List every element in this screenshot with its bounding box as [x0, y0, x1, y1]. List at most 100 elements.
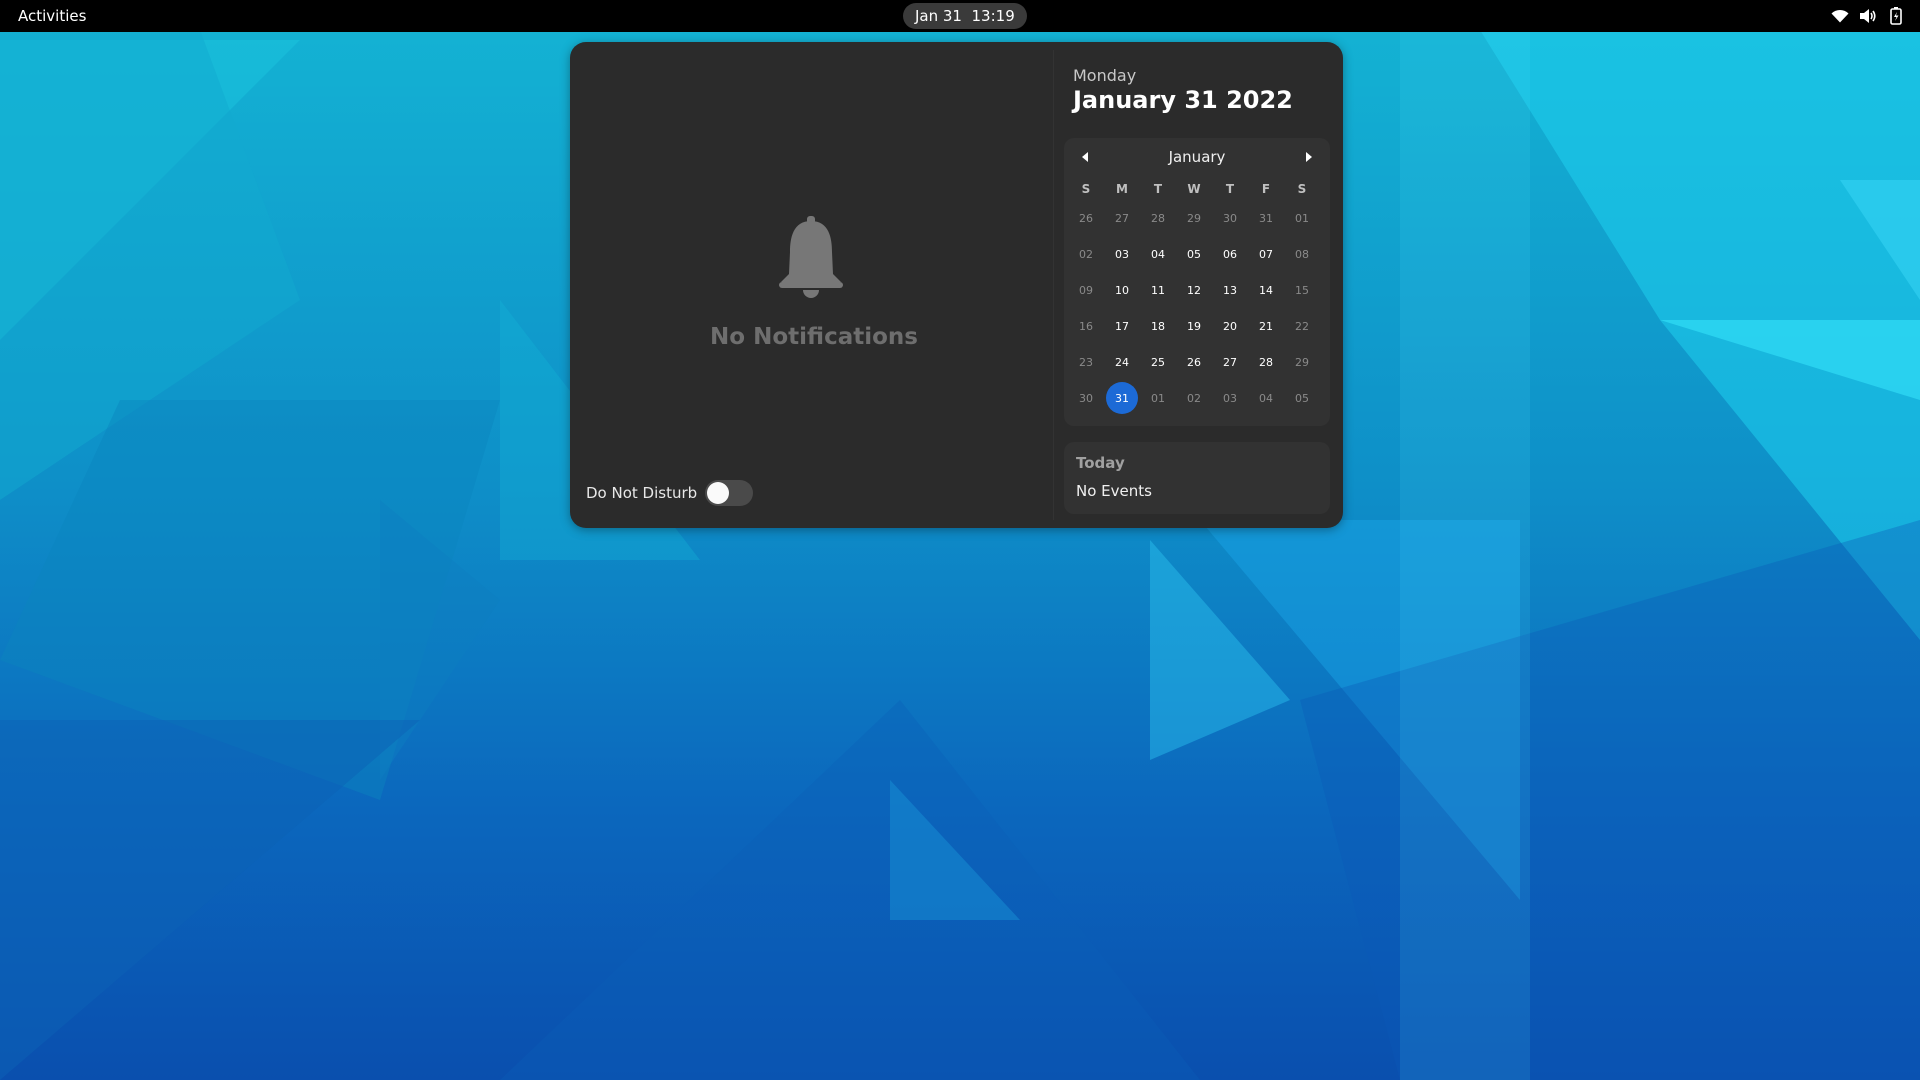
calendar-day[interactable]: 22 — [1284, 308, 1320, 344]
day-number: 15 — [1295, 283, 1309, 297]
day-number: 01 — [1295, 211, 1309, 225]
day-number: 08 — [1295, 247, 1309, 261]
day-number: 26 — [1187, 355, 1201, 369]
day-number: 22 — [1295, 319, 1309, 333]
next-month-button[interactable] — [1298, 146, 1320, 168]
calendar-day[interactable]: 30 — [1068, 380, 1104, 416]
calendar-day[interactable]: 07 — [1248, 236, 1284, 272]
day-number: 24 — [1115, 355, 1129, 369]
day-of-week-header: SMTWTFS — [1068, 182, 1320, 196]
day-number: 30 — [1079, 391, 1093, 405]
day-number: 11 — [1151, 283, 1165, 297]
calendar-day[interactable]: 17 — [1104, 308, 1140, 344]
calendar-day[interactable]: 28 — [1140, 200, 1176, 236]
day-number: 12 — [1187, 283, 1201, 297]
day-number: 05 — [1187, 247, 1201, 261]
calendar-day[interactable]: 26 — [1176, 344, 1212, 380]
calendar-day[interactable]: 31 — [1248, 200, 1284, 236]
calendar-day[interactable]: 06 — [1212, 236, 1248, 272]
calendar-day[interactable]: 23 — [1068, 344, 1104, 380]
calendar-day[interactable]: 08 — [1284, 236, 1320, 272]
calendar-day[interactable]: 09 — [1068, 272, 1104, 308]
calendar-day[interactable]: 25 — [1140, 344, 1176, 380]
day-number: 23 — [1079, 355, 1093, 369]
do-not-disturb-row: Do Not Disturb — [586, 480, 754, 506]
calendar-day[interactable]: 01 — [1284, 200, 1320, 236]
calendar-day[interactable]: 04 — [1248, 380, 1284, 416]
day-grid: 26 27 28 29 30 31 01 02 03 04 05 06 07 08 09 10 11 12 13 14… — [1068, 200, 1320, 416]
top-bar: Activities Jan 31 13:19 — [0, 0, 1920, 32]
day-number: 04 — [1259, 391, 1273, 405]
day-number: 25 — [1151, 355, 1165, 369]
calendar-day[interactable]: 02 — [1068, 236, 1104, 272]
events-title: Today — [1076, 454, 1125, 472]
calendar-day[interactable]: 29 — [1176, 200, 1212, 236]
day-number: 21 — [1259, 319, 1273, 333]
day-number: 28 — [1259, 355, 1273, 369]
calendar-day[interactable]: 19 — [1176, 308, 1212, 344]
full-date-label[interactable]: January 31 2022 — [1073, 86, 1293, 114]
do-not-disturb-label: Do Not Disturb — [586, 484, 698, 502]
day-number: 06 — [1223, 247, 1237, 261]
wifi-icon[interactable] — [1826, 0, 1854, 32]
day-header: W — [1187, 182, 1201, 196]
day-number: 09 — [1079, 283, 1093, 297]
day-number: 17 — [1115, 319, 1129, 333]
calendar-day[interactable]: 01 — [1140, 380, 1176, 416]
chevron-right-icon — [1306, 152, 1312, 162]
volume-icon[interactable] — [1854, 0, 1882, 32]
calendar-day[interactable]: 05 — [1284, 380, 1320, 416]
calendar-header: January — [1064, 138, 1330, 176]
calendar-day[interactable]: 29 — [1284, 344, 1320, 380]
month-label: January — [1168, 148, 1226, 166]
calendar-day[interactable]: 04 — [1140, 236, 1176, 272]
calendar-day[interactable]: 03 — [1104, 236, 1140, 272]
events-section[interactable]: Today No Events — [1064, 442, 1330, 514]
activities-button[interactable]: Activities — [10, 4, 94, 28]
day-number: 16 — [1079, 319, 1093, 333]
weekday-label[interactable]: Monday — [1073, 66, 1136, 85]
day-number: 04 — [1151, 247, 1165, 261]
day-number: 18 — [1151, 319, 1165, 333]
day-number: 31 — [1259, 211, 1273, 225]
date-menu-popover: No Notifications Do Not Disturb Monday J… — [570, 42, 1343, 528]
day-number: 07 — [1259, 247, 1273, 261]
day-number: 20 — [1223, 319, 1237, 333]
calendar-day-today[interactable]: 31 — [1104, 380, 1140, 416]
calendar-day[interactable]: 11 — [1140, 272, 1176, 308]
calendar-day[interactable]: 28 — [1248, 344, 1284, 380]
calendar-day[interactable]: 14 — [1248, 272, 1284, 308]
toggle-knob — [707, 482, 730, 504]
day-number: 02 — [1079, 247, 1093, 261]
day-number: 03 — [1223, 391, 1237, 405]
day-header: F — [1261, 182, 1271, 196]
calendar-widget: January S M T W T F S 26 27 28 29 30 31 01 02 03 04 05 06… — [1064, 138, 1330, 426]
calendar-day[interactable]: 27 — [1104, 200, 1140, 236]
battery-icon[interactable] — [1882, 0, 1910, 32]
do-not-disturb-toggle[interactable] — [705, 480, 754, 506]
day-number: 14 — [1259, 283, 1273, 297]
calendar-day[interactable]: 12 — [1176, 272, 1212, 308]
no-notifications-label: No Notifications — [710, 324, 918, 350]
day-number: 27 — [1223, 355, 1237, 369]
calendar-day[interactable]: 21 — [1248, 308, 1284, 344]
calendar-day[interactable]: 20 — [1212, 308, 1248, 344]
clock-button[interactable]: Jan 31 13:19 — [903, 3, 1027, 29]
calendar-day[interactable]: 27 — [1212, 344, 1248, 380]
calendar-day[interactable]: 16 — [1068, 308, 1104, 344]
day-header: S — [1297, 182, 1307, 196]
day-number: 28 — [1151, 211, 1165, 225]
calendar-day[interactable]: 03 — [1212, 380, 1248, 416]
calendar-day[interactable]: 02 — [1176, 380, 1212, 416]
calendar-day[interactable]: 26 — [1068, 200, 1104, 236]
bell-icon — [777, 216, 845, 300]
day-number: 13 — [1223, 283, 1237, 297]
calendar-day[interactable]: 30 — [1212, 200, 1248, 236]
calendar-day[interactable]: 13 — [1212, 272, 1248, 308]
calendar-day[interactable]: 24 — [1104, 344, 1140, 380]
calendar-day[interactable]: 15 — [1284, 272, 1320, 308]
system-tray[interactable] — [1826, 0, 1910, 32]
calendar-day[interactable]: 10 — [1104, 272, 1140, 308]
calendar-day[interactable]: 18 — [1140, 308, 1176, 344]
calendar-day[interactable]: 05 — [1176, 236, 1212, 272]
